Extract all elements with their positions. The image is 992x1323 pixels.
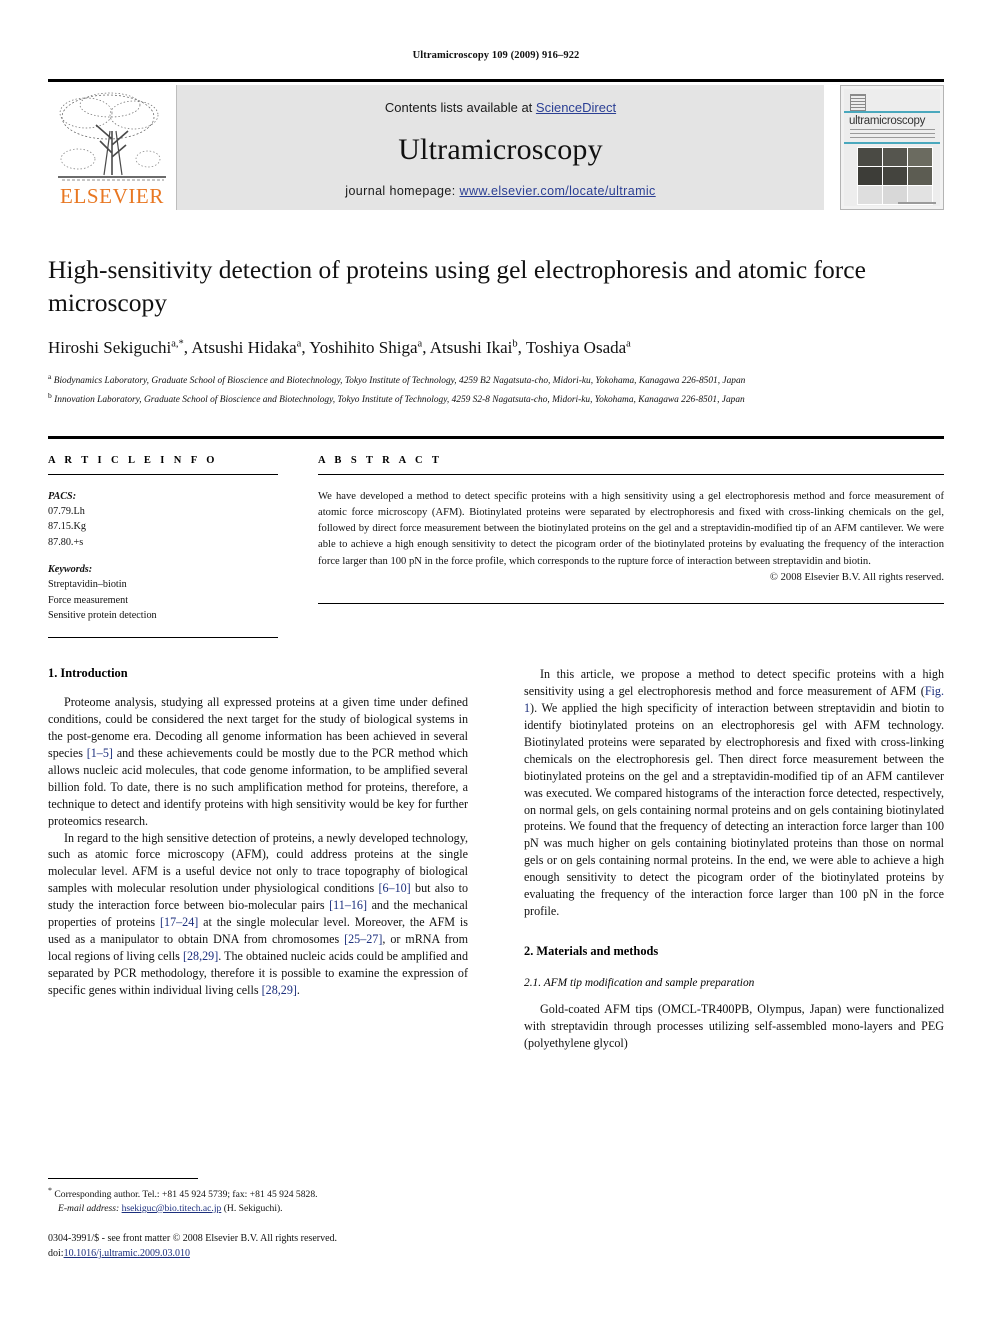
- article-info-rule: [48, 473, 278, 475]
- author-list: Hiroshi Sekiguchia,*, Atsushi Hidakaa, Y…: [48, 338, 631, 358]
- abstract-heading: A B S T R A C T: [318, 454, 443, 466]
- issn-front-matter: 0304-3991/$ - see front matter © 2008 El…: [48, 1233, 338, 1245]
- doi-link[interactable]: 10.1016/j.ultramic.2009.03.010: [64, 1248, 190, 1259]
- article-info-bottom-rule: [48, 637, 278, 639]
- pacs-group: PACS: 07.79.Lh 87.15.Kg 87.80.+s: [48, 489, 278, 550]
- keyword-item: Streptavidin–biotin: [48, 579, 127, 591]
- affiliation-a: a Biodynamics Laboratory, Graduate Schoo…: [48, 372, 746, 387]
- homepage-prefix: journal homepage:: [345, 184, 460, 198]
- article-info-body: PACS: 07.79.Lh 87.15.Kg 87.80.+s Keyword…: [48, 489, 278, 623]
- journal-band: Contents lists available at ScienceDirec…: [177, 85, 824, 210]
- keyword-item: Sensitive protein detection: [48, 609, 157, 621]
- text-run: In this article, we propose a method to …: [524, 667, 944, 699]
- paragraph-right-1: In this article, we propose a method to …: [524, 666, 944, 920]
- email-suffix: (H. Sekiguchi).: [221, 1202, 283, 1214]
- article-page: Ultramicroscopy 109 (2009) 916–922 ELSEV…: [0, 0, 992, 1323]
- cover-divider-top: [844, 111, 940, 113]
- elsevier-logo: ELSEVIER: [48, 85, 177, 210]
- citation-ref[interactable]: [11–16]: [329, 898, 367, 912]
- keywords-label: Keywords:: [48, 563, 93, 575]
- citation-ref[interactable]: [28,29]: [262, 983, 297, 997]
- abstract-bottom-rule: [318, 602, 944, 604]
- paragraph-materials-1: Gold-coated AFM tips (OMCL-TR400PB, Olym…: [524, 1001, 944, 1050]
- paragraph-intro-1: Proteome analysis, studying all expresse…: [48, 694, 468, 829]
- imprint-block: 0304-3991/$ - see front matter © 2008 El…: [48, 1232, 468, 1261]
- title-block: High-sensitivity detection of proteins u…: [48, 254, 944, 408]
- pacs-code: 07.79.Lh: [48, 506, 85, 518]
- cover-divider-mid: [844, 142, 940, 144]
- body-column-right: In this article, we propose a method to …: [524, 666, 944, 1052]
- contents-prefix: Contents lists available at: [384, 100, 536, 115]
- doi-line: doi:10.1016/j.ultramic.2009.03.010: [48, 1247, 468, 1262]
- journal-cover-thumbnail[interactable]: ultramicroscopy: [840, 85, 944, 210]
- keyword-item: Force measurement: [48, 594, 129, 606]
- citation-ref[interactable]: [25–27]: [344, 932, 382, 946]
- cover-footer-mark: [844, 193, 936, 204]
- pacs-code: 87.15.Kg: [48, 521, 86, 533]
- section-heading-materials: 2. Materials and methods: [524, 943, 659, 958]
- elsevier-wordmark: ELSEVIER: [60, 184, 164, 208]
- citation-ref[interactable]: [1–5]: [87, 746, 113, 760]
- pacs-code: 87.80.+s: [48, 536, 84, 548]
- affiliation-b: b Innovation Laboratory, Graduate School…: [48, 391, 745, 406]
- pacs-label: PACS:: [48, 490, 77, 502]
- footnote-rule: [48, 1178, 198, 1179]
- journal-title: Ultramicroscopy: [398, 133, 603, 166]
- info-top-rule: [48, 435, 944, 439]
- text-run: .: [296, 982, 300, 997]
- subsection-heading-2-1: 2.1. AFM tip modification and sample pre…: [524, 976, 755, 989]
- citation-ref[interactable]: [6–10]: [378, 881, 410, 895]
- cover-inner: ultramicroscopy: [844, 89, 940, 206]
- cover-elsevier-icon: [850, 94, 866, 112]
- cover-journal-name: ultramicroscopy: [849, 115, 926, 127]
- sciencedirect-link[interactable]: ScienceDirect: [536, 100, 616, 115]
- article-info-heading: A R T I C L E I N F O: [48, 454, 218, 466]
- page-title: High-sensitivity detection of proteins u…: [48, 255, 866, 317]
- corresponding-email-link[interactable]: hsekiguc@bio.titech.ac.jp: [122, 1203, 222, 1214]
- affiliations: a Biodynamics Laboratory, Graduate Schoo…: [48, 371, 918, 408]
- article-info-column: A R T I C L E I N F O PACS: 07.79.Lh 87.…: [48, 454, 278, 639]
- abstract-column: A B S T R A C T We have developed a meth…: [318, 455, 944, 638]
- citation-ref[interactable]: [28,29]: [183, 949, 218, 963]
- corresponding-author-text: Corresponding author. Tel.: +81 45 924 5…: [52, 1189, 318, 1201]
- info-abstract-row: A R T I C L E I N F O PACS: 07.79.Lh 87.…: [48, 454, 944, 639]
- citation-ref[interactable]: [17–24]: [160, 915, 198, 929]
- abstract-text: We have developed a method to detect spe…: [318, 490, 944, 567]
- doi-label: doi:: [48, 1247, 64, 1259]
- cover-subtitle-lines: [850, 129, 935, 138]
- contents-lists-line: Contents lists available at ScienceDirec…: [177, 85, 824, 115]
- section-heading-introduction: 1. Introduction: [48, 666, 128, 681]
- elsevier-tree-icon: [58, 92, 166, 181]
- abstract-rule: [318, 473, 944, 475]
- masthead-top-rule: [48, 79, 944, 82]
- cover-divider-bottom: [844, 209, 940, 210]
- running-head: Ultramicroscopy 109 (2009) 916–922: [412, 50, 580, 61]
- body-columns: 1. Introduction Proteome analysis, study…: [48, 666, 944, 1052]
- body-column-left: 1. Introduction Proteome analysis, study…: [48, 666, 468, 1052]
- text-run: ). We applied the high specificity of in…: [524, 700, 944, 919]
- abstract-copyright: © 2008 Elsevier B.V. All rights reserved…: [769, 571, 944, 583]
- journal-homepage-line: journal homepage: www.elsevier.com/locat…: [177, 184, 824, 198]
- email-label: E-mail address:: [58, 1202, 120, 1214]
- footnote-block: * Corresponding author. Tel.: +81 45 924…: [48, 1178, 468, 1261]
- journal-masthead: ELSEVIER Contents lists available at Sci…: [48, 85, 944, 210]
- journal-homepage-link[interactable]: www.elsevier.com/locate/ultramic: [460, 184, 656, 198]
- keywords-group: Keywords: Streptavidin–biotin Force meas…: [48, 562, 278, 623]
- paragraph-intro-2: In regard to the high sensitive detectio…: [48, 830, 468, 999]
- corresponding-author-note: * Corresponding author. Tel.: +81 45 924…: [48, 1185, 468, 1215]
